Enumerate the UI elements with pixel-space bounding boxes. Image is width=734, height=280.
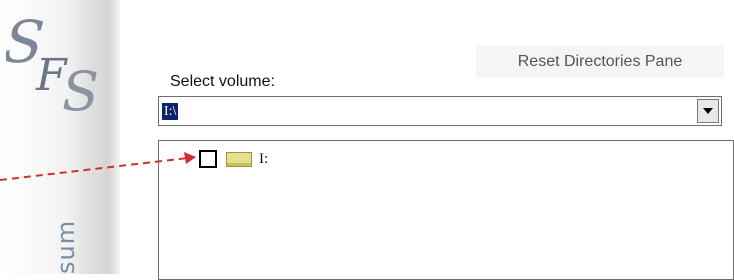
dashed-pointer-arrow — [0, 152, 196, 181]
